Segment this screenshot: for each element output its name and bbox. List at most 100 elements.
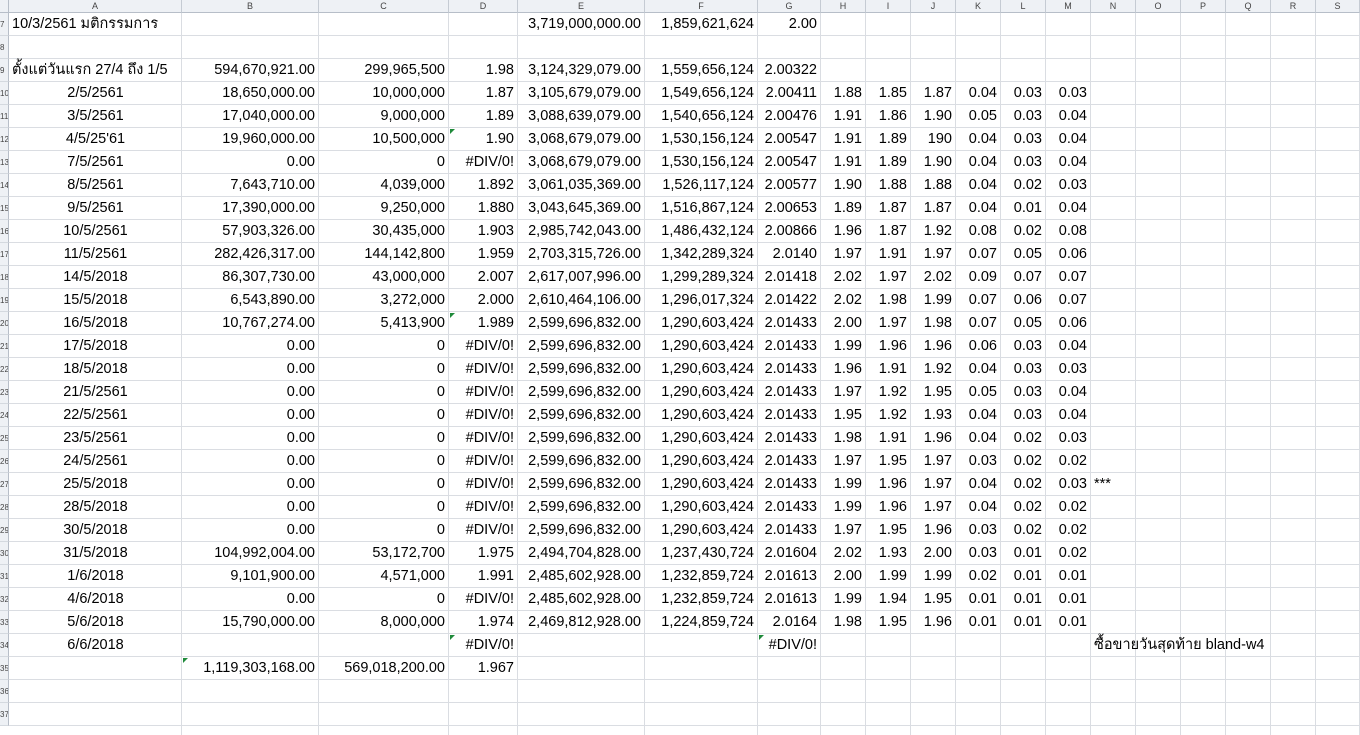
row-header[interactable]: 8 bbox=[0, 36, 9, 59]
cell-m-30[interactable]: 0.02 bbox=[1046, 542, 1091, 565]
cell-g-29[interactable]: 2.01433 bbox=[758, 519, 821, 542]
column-header-d[interactable]: D bbox=[449, 0, 518, 13]
cell-f-14[interactable]: 1,526,117,124 bbox=[645, 174, 758, 197]
cell-j-17[interactable]: 1.97 bbox=[911, 243, 956, 266]
cell-l-22[interactable]: 0.03 bbox=[1001, 358, 1046, 381]
cell-h-32[interactable]: 1.99 bbox=[821, 588, 866, 611]
column-header-s[interactable]: S bbox=[1316, 0, 1360, 13]
cell-j-18[interactable]: 2.02 bbox=[911, 266, 956, 289]
cell-b-32[interactable]: 0.00 bbox=[182, 588, 319, 611]
cell-i-30[interactable]: 1.93 bbox=[866, 542, 911, 565]
row-header[interactable]: 22 bbox=[0, 358, 9, 381]
cell-a-18[interactable]: 14/5/2018 bbox=[9, 266, 182, 289]
column-header-j[interactable]: J bbox=[911, 0, 956, 13]
cell-j-16[interactable]: 1.92 bbox=[911, 220, 956, 243]
column-header-k[interactable]: K bbox=[956, 0, 1001, 13]
row-header[interactable]: 18 bbox=[0, 266, 9, 289]
cell-k-30[interactable]: 0.03 bbox=[956, 542, 1001, 565]
cell-d-25[interactable]: #DIV/0! bbox=[449, 427, 518, 450]
cell-e-23[interactable]: 2,599,696,832.00 bbox=[518, 381, 645, 404]
cell-b-14[interactable]: 7,643,710.00 bbox=[182, 174, 319, 197]
cell-i-17[interactable]: 1.91 bbox=[866, 243, 911, 266]
cell-a-32[interactable]: 4/6/2018 bbox=[9, 588, 182, 611]
cell-g-16[interactable]: 2.00866 bbox=[758, 220, 821, 243]
column-header-m[interactable]: M bbox=[1046, 0, 1091, 13]
cell-l-19[interactable]: 0.06 bbox=[1001, 289, 1046, 312]
cell-k-21[interactable]: 0.06 bbox=[956, 335, 1001, 358]
cell-h-15[interactable]: 1.89 bbox=[821, 197, 866, 220]
cell-a-13[interactable]: 7/5/2561 bbox=[9, 151, 182, 174]
cell-a-34[interactable]: 6/6/2018 bbox=[9, 634, 182, 657]
cell-e-26[interactable]: 2,599,696,832.00 bbox=[518, 450, 645, 473]
cell-l-33[interactable]: 0.01 bbox=[1001, 611, 1046, 634]
cell-j-10[interactable]: 1.87 bbox=[911, 82, 956, 105]
cell-c-14[interactable]: 4,039,000 bbox=[319, 174, 449, 197]
cell-h-16[interactable]: 1.96 bbox=[821, 220, 866, 243]
cell-g-24[interactable]: 2.01433 bbox=[758, 404, 821, 427]
cell-e-12[interactable]: 3,068,679,079.00 bbox=[518, 128, 645, 151]
cell-a-10[interactable]: 2/5/2561 bbox=[9, 82, 182, 105]
cell-d-31[interactable]: 1.991 bbox=[449, 565, 518, 588]
cell-f-17[interactable]: 1,342,289,324 bbox=[645, 243, 758, 266]
cell-k-16[interactable]: 0.08 bbox=[956, 220, 1001, 243]
row-header[interactable]: 19 bbox=[0, 289, 9, 312]
cell-k-33[interactable]: 0.01 bbox=[956, 611, 1001, 634]
cell-d-16[interactable]: 1.903 bbox=[449, 220, 518, 243]
cell-l-31[interactable]: 0.01 bbox=[1001, 565, 1046, 588]
cell-j-12[interactable]: 190 bbox=[911, 128, 956, 151]
cell-l-28[interactable]: 0.02 bbox=[1001, 496, 1046, 519]
column-header-f[interactable]: F bbox=[645, 0, 758, 13]
cell-h-24[interactable]: 1.95 bbox=[821, 404, 866, 427]
cell-i-22[interactable]: 1.91 bbox=[866, 358, 911, 381]
cell-k-31[interactable]: 0.02 bbox=[956, 565, 1001, 588]
cell-j-21[interactable]: 1.96 bbox=[911, 335, 956, 358]
row-header[interactable]: 24 bbox=[0, 404, 9, 427]
cell-a-30[interactable]: 31/5/2018 bbox=[9, 542, 182, 565]
cell-g-30[interactable]: 2.01604 bbox=[758, 542, 821, 565]
cell-j-26[interactable]: 1.97 bbox=[911, 450, 956, 473]
cell-c-11[interactable]: 9,000,000 bbox=[319, 105, 449, 128]
cell-a-33[interactable]: 5/6/2018 bbox=[9, 611, 182, 634]
cell-c-20[interactable]: 5,413,900 bbox=[319, 312, 449, 335]
cell-a-7[interactable]: 10/3/2561 มติกรรมการ bbox=[9, 13, 182, 36]
cell-a-24[interactable]: 22/5/2561 bbox=[9, 404, 182, 427]
cell-e-15[interactable]: 3,043,645,369.00 bbox=[518, 197, 645, 220]
cell-a-11[interactable]: 3/5/2561 bbox=[9, 105, 182, 128]
cell-g-26[interactable]: 2.01433 bbox=[758, 450, 821, 473]
cell-h-25[interactable]: 1.98 bbox=[821, 427, 866, 450]
cell-a-16[interactable]: 10/5/2561 bbox=[9, 220, 182, 243]
cell-m-20[interactable]: 0.06 bbox=[1046, 312, 1091, 335]
cell-d-10[interactable]: 1.87 bbox=[449, 82, 518, 105]
cell-l-21[interactable]: 0.03 bbox=[1001, 335, 1046, 358]
cell-d-21[interactable]: #DIV/0! bbox=[449, 335, 518, 358]
cell-b-24[interactable]: 0.00 bbox=[182, 404, 319, 427]
column-header-r[interactable]: R bbox=[1271, 0, 1316, 13]
cell-g-11[interactable]: 2.00476 bbox=[758, 105, 821, 128]
row-header[interactable]: 30 bbox=[0, 542, 9, 565]
spreadsheet-grid[interactable]: A B C D E F G H I J K L M N O P Q R S 7 10/3/2561 มติกรรมการ… bbox=[0, 0, 1360, 735]
cell-f-29[interactable]: 1,290,603,424 bbox=[645, 519, 758, 542]
cell-b-28[interactable]: 0.00 bbox=[182, 496, 319, 519]
cell-m-25[interactable]: 0.03 bbox=[1046, 427, 1091, 450]
cell-j-11[interactable]: 1.90 bbox=[911, 105, 956, 128]
cell-m-28[interactable]: 0.02 bbox=[1046, 496, 1091, 519]
cell-g-27[interactable]: 2.01433 bbox=[758, 473, 821, 496]
cell-c-28[interactable]: 0 bbox=[319, 496, 449, 519]
cell-d-22[interactable]: #DIV/0! bbox=[449, 358, 518, 381]
cell-k-13[interactable]: 0.04 bbox=[956, 151, 1001, 174]
column-header-p[interactable]: P bbox=[1181, 0, 1226, 13]
cell-i-11[interactable]: 1.86 bbox=[866, 105, 911, 128]
cell-m-11[interactable]: 0.04 bbox=[1046, 105, 1091, 128]
cell-k-10[interactable]: 0.04 bbox=[956, 82, 1001, 105]
cell-c-17[interactable]: 144,142,800 bbox=[319, 243, 449, 266]
cell-g-18[interactable]: 2.01418 bbox=[758, 266, 821, 289]
cell-l-20[interactable]: 0.05 bbox=[1001, 312, 1046, 335]
cell-g-7[interactable]: 2.00 bbox=[758, 13, 821, 36]
cell-f-20[interactable]: 1,290,603,424 bbox=[645, 312, 758, 335]
cell-k-29[interactable]: 0.03 bbox=[956, 519, 1001, 542]
cell-j-31[interactable]: 1.99 bbox=[911, 565, 956, 588]
cell-f-9[interactable]: 1,559,656,124 bbox=[645, 59, 758, 82]
cell-b-16[interactable]: 57,903,326.00 bbox=[182, 220, 319, 243]
cell-d-33[interactable]: 1.974 bbox=[449, 611, 518, 634]
cell-h-27[interactable]: 1.99 bbox=[821, 473, 866, 496]
